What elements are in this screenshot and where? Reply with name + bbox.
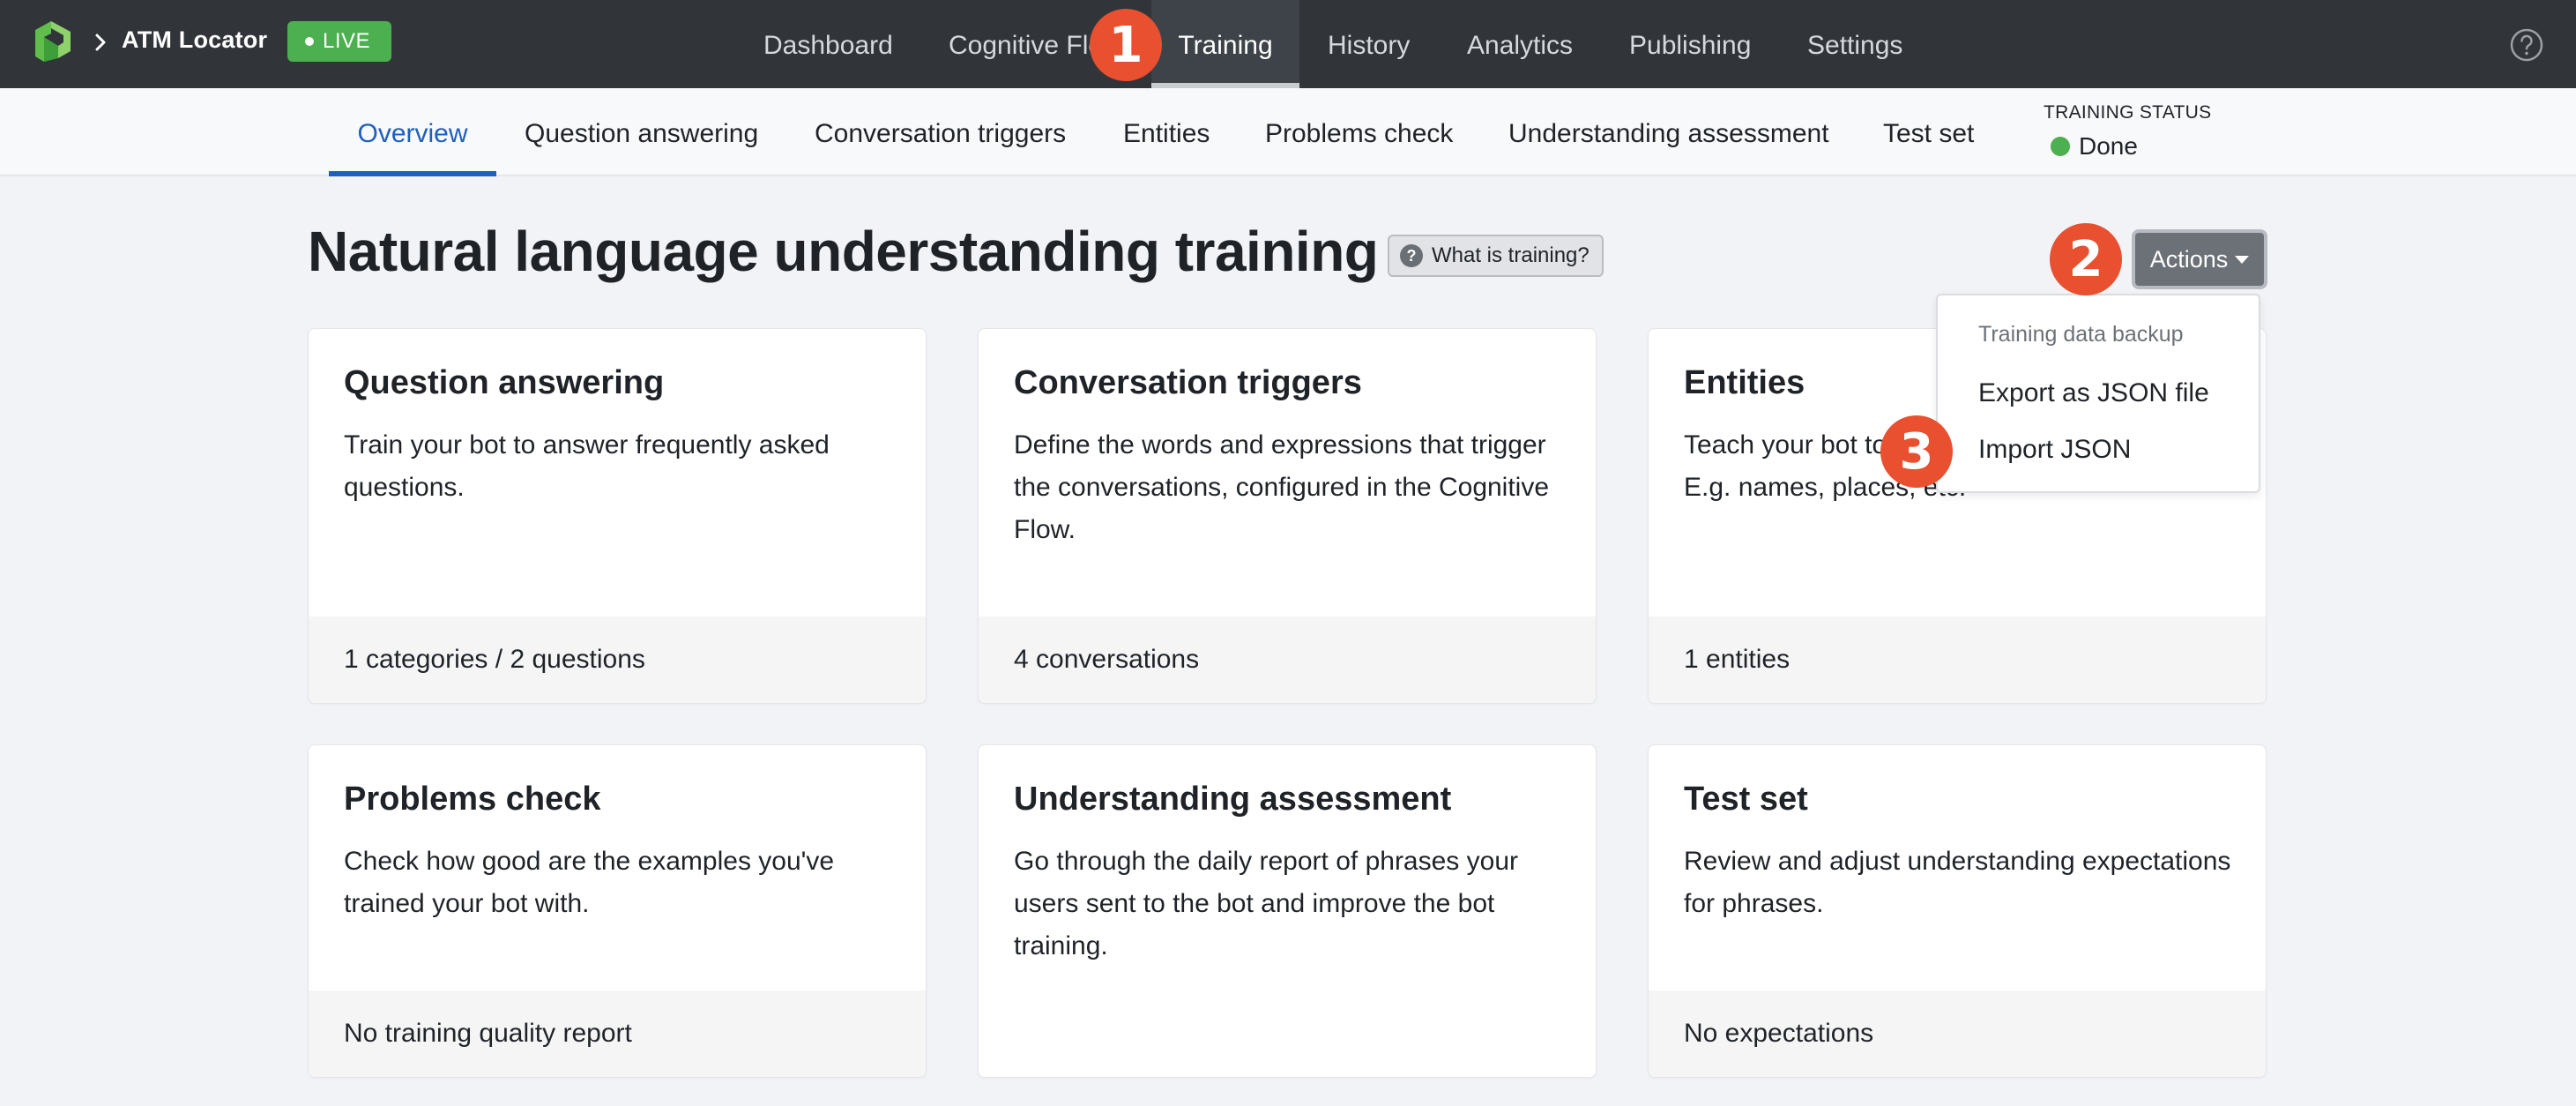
card-description: Train your bot to answer frequently aske…	[344, 430, 830, 502]
card-problems-check[interactable]: Problems check Check how good are the ex…	[308, 744, 927, 1078]
tab-problems-check[interactable]: Problems check	[1265, 88, 1453, 176]
what-is-training-button[interactable]: ? What is training?	[1388, 235, 1604, 277]
training-status-value: Done	[2079, 132, 2138, 160]
step-marker-1: 1	[1090, 9, 1162, 81]
card-footer: 1 categories / 2 questions	[309, 617, 926, 703]
card-title: Understanding assessment	[1014, 781, 1452, 818]
sub-nav: Overview Question answering Conversation…	[0, 88, 2576, 176]
card-question-answering[interactable]: Question answering Train your bot to ans…	[308, 328, 927, 704]
card-title: Test set	[1684, 781, 1808, 818]
card-footer: 4 conversations	[979, 617, 1596, 703]
tab-question-answering[interactable]: Question answering	[525, 88, 758, 176]
import-json-menu-item[interactable]: Import JSON	[1978, 435, 2131, 465]
tab-conversation-triggers[interactable]: Conversation triggers	[815, 88, 1066, 176]
live-label: LIVE	[323, 29, 371, 53]
card-footer: No training quality report	[309, 990, 926, 1077]
card-conversation-triggers[interactable]: Conversation triggers Define the words a…	[978, 328, 1597, 704]
question-circle-icon[interactable]	[2509, 27, 2544, 63]
training-status: TRAINING STATUS Done	[2044, 102, 2211, 161]
card-title: Entities	[1684, 364, 1805, 401]
nav-history[interactable]: History	[1328, 0, 1410, 88]
dropdown-header: Training data backup	[1978, 322, 2184, 347]
logo-icon[interactable]	[35, 21, 78, 62]
card-title: Conversation triggers	[1014, 364, 1362, 401]
help-circle-icon: ?	[1400, 244, 1423, 267]
card-footer: 1 entities	[1649, 617, 2266, 703]
live-badge: LIVE	[287, 21, 392, 62]
step-marker-3: 3	[1880, 415, 1953, 488]
tab-entities[interactable]: Entities	[1123, 88, 1210, 176]
training-status-value-row: Done	[2044, 132, 2211, 161]
breadcrumb-chevron-icon	[95, 34, 106, 51]
export-json-menu-item[interactable]: Export as JSON file	[1978, 378, 2209, 408]
actions-label: Actions	[2149, 245, 2229, 273]
card-footer: No expectations	[1649, 990, 2266, 1077]
card-test-set[interactable]: Test set Review and adjust understanding…	[1648, 744, 2267, 1078]
actions-dropdown-menu: Training data backup Export as JSON file…	[1936, 294, 2260, 493]
card-footer	[979, 990, 1596, 1077]
tab-understanding-assessment[interactable]: Understanding assessment	[1508, 88, 1829, 176]
nav-training[interactable]: Training	[1151, 0, 1299, 88]
card-title: Question answering	[344, 364, 665, 401]
nav-publishing[interactable]: Publishing	[1629, 0, 1751, 88]
nav-analytics[interactable]: Analytics	[1467, 0, 1573, 88]
tab-overview[interactable]: Overview	[329, 88, 496, 176]
caret-down-icon	[2235, 255, 2250, 264]
card-description: Define the words and expressions that tr…	[1014, 430, 1550, 544]
card-description: Check how good are the examples you've t…	[344, 847, 835, 918]
card-title: Problems check	[344, 781, 601, 818]
actions-button[interactable]: Actions	[2132, 229, 2267, 289]
nav-settings[interactable]: Settings	[1807, 0, 1902, 88]
page-title: Natural language understanding training	[308, 220, 1379, 283]
tab-test-set[interactable]: Test set	[1883, 88, 1974, 176]
card-description: Go through the daily report of phrases y…	[1014, 847, 1518, 960]
training-status-label: TRAINING STATUS	[2044, 102, 2212, 123]
status-dot-icon	[2051, 137, 2070, 156]
app-name[interactable]: ATM Locator	[122, 26, 267, 54]
what-is-training-label: What is training?	[1432, 243, 1590, 267]
card-description: Review and adjust understanding expectat…	[1684, 847, 2231, 918]
live-dot-icon	[305, 37, 314, 46]
card-understanding-assessment[interactable]: Understanding assessment Go through the …	[978, 744, 1597, 1078]
step-marker-2: 2	[2050, 223, 2122, 295]
top-bar: ATM Locator LIVE Dashboard Cognitive Flo…	[0, 0, 2576, 88]
nav-dashboard[interactable]: Dashboard	[763, 0, 893, 88]
